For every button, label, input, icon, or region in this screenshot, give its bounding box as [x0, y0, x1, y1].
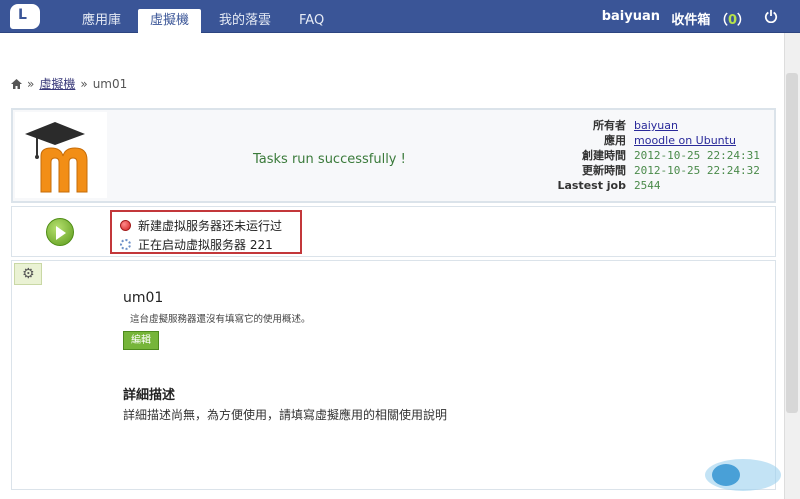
power-icon[interactable] — [764, 9, 778, 23]
status-text-not-run: 新建虚拟服务器还未运行过 — [138, 219, 283, 233]
settings-button[interactable]: ⚙ — [14, 263, 42, 285]
top-nav-bar: L 應用庫 虛擬機 我的落雲 FAQ baiyuan 收件箱 （0） — [0, 0, 800, 33]
inbox-count-close: ） — [736, 13, 750, 28]
app-label: 應用 — [604, 134, 626, 147]
home-icon[interactable] — [11, 78, 22, 89]
page-scrollbar[interactable] — [784, 33, 800, 499]
watermark-logo — [705, 459, 781, 491]
vm-info-panel: Tasks run successfully ! 所有者 baiyuan 應用 mo… — [11, 108, 776, 203]
edit-button[interactable]: 編輯 — [123, 331, 159, 350]
breadcrumb-current: um01 — [92, 76, 128, 91]
breadcrumb-separator: » — [27, 76, 35, 91]
app-logo[interactable]: L — [10, 4, 40, 29]
status-line-not-run: 新建虚拟服务器还未运行过 — [120, 217, 282, 234]
inbox-count: 0 — [727, 13, 737, 28]
latest-job-id: 2544 — [634, 179, 661, 192]
breadcrumb: » 虛擬機 » um01 — [11, 75, 127, 92]
tab-my-cloud[interactable]: 我的落雲 — [219, 9, 271, 33]
moodle-logo — [15, 112, 107, 198]
scrollbar-thumb[interactable] — [786, 73, 798, 413]
moodle-logo-graphic — [25, 122, 88, 193]
app-link[interactable]: moodle on Ubuntu — [634, 134, 736, 147]
tab-faq[interactable]: FAQ — [299, 9, 324, 33]
inbox-count-open: （ — [714, 13, 728, 28]
owner-link[interactable]: baiyuan — [634, 119, 678, 132]
loading-spinner-icon — [120, 239, 131, 250]
updated-label: 更新時間 — [582, 164, 626, 177]
status-text-starting: 正在启动虚拟服务器 221 — [138, 238, 273, 252]
vm-metadata: 所有者 baiyuan 應用 moodle on Ubuntu 創建時間 2012-1… — [536, 118, 764, 193]
status-line-starting: 正在启动虚拟服务器 221 — [120, 236, 273, 253]
detail-text: 詳細描述尚無，為方便使用，請填寫虛擬應用的相關使用說明 — [123, 408, 448, 422]
owner-label: 所有者 — [593, 119, 626, 132]
breadcrumb-vm-link[interactable]: 虛擬機 — [39, 75, 75, 92]
gear-icon: ⚙ — [22, 266, 35, 282]
vm-status-panel: 新建虚拟服务器还未运行过 正在启动虚拟服务器 221 — [11, 206, 776, 257]
user-name-link[interactable]: baiyuan — [602, 9, 660, 24]
task-success-message: Tasks run successfully ! — [253, 152, 406, 167]
vm-summary: 這台虛擬服務器還沒有填寫它的使用概述。 — [130, 314, 311, 325]
tab-virtual-machines[interactable]: 虛擬機 — [138, 9, 202, 33]
detail-heading: 詳細描述 — [123, 388, 176, 403]
created-time: 2012-10-25 22:24:31 — [634, 149, 760, 162]
start-vm-button[interactable] — [46, 218, 74, 246]
breadcrumb-separator: » — [80, 76, 88, 91]
inbox-link[interactable]: 收件箱 （0） — [671, 9, 750, 28]
vm-detail-panel: ⚙ um01 這台虛擬服務器還沒有填寫它的使用概述。 編輯 詳細描述 詳細描述尚… — [11, 260, 776, 490]
status-highlight-box: 新建虚拟服务器还未运行过 正在启动虚拟服务器 221 — [110, 210, 302, 254]
created-label: 創建時間 — [582, 149, 626, 162]
inbox-label: 收件箱 — [671, 13, 711, 28]
job-label: Lastest job — [557, 179, 626, 192]
vm-name: um01 — [123, 290, 164, 306]
tab-app-library[interactable]: 應用庫 — [82, 9, 121, 33]
red-status-icon — [120, 220, 131, 231]
updated-time: 2012-10-25 22:24:32 — [634, 164, 760, 177]
